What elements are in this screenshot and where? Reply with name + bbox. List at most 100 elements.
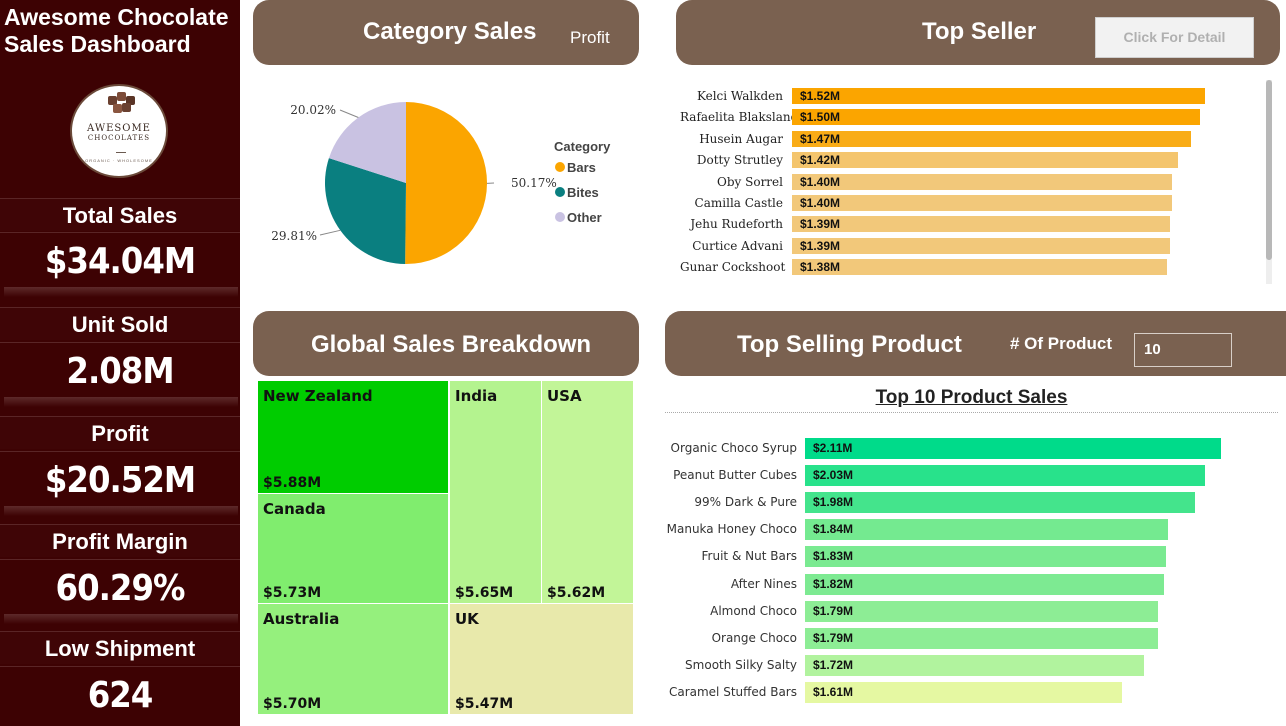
seller-bar[interactable] xyxy=(792,88,1205,104)
seller-bar[interactable] xyxy=(792,152,1178,169)
seller-name: Curtice Advani xyxy=(692,238,783,253)
product-bar[interactable] xyxy=(805,546,1166,568)
kpi-profit-margin-label: Profit Margin xyxy=(0,524,240,557)
category-sales-title: Category Sales xyxy=(363,18,537,45)
kpi-divider xyxy=(4,614,238,624)
kpi-profit-label: Profit xyxy=(0,416,240,449)
category-pie-chart: 50.17% 29.81% 20.02% Category Bars Bites Oth… xyxy=(271,102,611,264)
seller-scroll-thumb[interactable] xyxy=(1266,80,1272,260)
product-value-label: $1.83M xyxy=(813,549,854,564)
treemap-tile-uk[interactable]: UK $5.47M xyxy=(450,604,633,714)
product-bar[interactable] xyxy=(805,654,1145,676)
product-row[interactable]: Organic Choco Syrup $2.11M xyxy=(665,435,1278,462)
kpi-profit-margin-value: 60.29% xyxy=(0,559,240,614)
seller-value-label: $1.42M xyxy=(800,153,841,168)
product-value-label: $1.82M xyxy=(813,576,854,591)
chocolate-pieces-icon xyxy=(108,92,135,113)
product-row[interactable]: Orange Choco $1.79M xyxy=(665,625,1278,652)
profit-toggle[interactable]: Profit xyxy=(570,28,610,48)
seller-name: Oby Sorrel xyxy=(717,174,783,189)
kpi-low-shipment-value: 624 xyxy=(0,666,240,721)
treemap-tile-label: New Zealand xyxy=(263,387,373,405)
seller-scrollbar[interactable] xyxy=(1266,80,1272,284)
top-seller-bar-chart: Kelci Walkden $1.52M Rafaelita Blaksland $1… xyxy=(680,86,1260,282)
click-for-detail-button[interactable]: Click For Detail xyxy=(1095,17,1254,58)
product-bar[interactable] xyxy=(805,492,1196,514)
product-bar[interactable] xyxy=(805,465,1206,487)
product-bar[interactable] xyxy=(805,519,1168,541)
product-name: After Nines xyxy=(730,576,797,591)
seller-bar[interactable] xyxy=(792,237,1170,254)
logo-divider xyxy=(116,152,126,153)
product-bar[interactable] xyxy=(805,627,1158,649)
product-value-label: $1.79M xyxy=(813,630,854,645)
product-value-label: $1.61M xyxy=(813,684,854,699)
seller-bar[interactable] xyxy=(792,216,1170,233)
seller-row[interactable]: Rafaelita Blaksland $1.50M xyxy=(680,107,1260,128)
seller-row[interactable]: Dotty Strutley $1.42M xyxy=(680,150,1260,171)
kpi-total-sales-value: $34.04M xyxy=(0,232,240,287)
seller-value-label: $1.40M xyxy=(800,174,841,189)
seller-bar[interactable] xyxy=(792,195,1173,211)
pie-slice-bars[interactable] xyxy=(405,102,488,264)
seller-name: Dotty Strutley xyxy=(696,153,783,168)
legend-item-bars[interactable]: Bars xyxy=(567,160,596,175)
product-name: Caramel Stuffed Bars xyxy=(668,684,797,699)
product-row[interactable]: Almond Choco $1.79M xyxy=(665,598,1278,625)
seller-name: Jehu Rudeforth xyxy=(690,217,783,232)
legend-item-other[interactable]: Other xyxy=(567,210,602,225)
logo-line2: CHOCOLATES xyxy=(87,134,151,142)
seller-row[interactable]: Gunar Cockshoot $1.38M xyxy=(680,257,1260,278)
product-name: Manuka Honey Choco xyxy=(666,522,797,537)
product-row[interactable]: Caramel Stuffed Bars $1.61M xyxy=(665,679,1278,706)
product-row[interactable]: Smooth Silky Salty $1.72M xyxy=(665,652,1278,679)
treemap-tile-label: USA xyxy=(547,387,582,405)
product-chart-title: Top 10 Product Sales xyxy=(875,387,1068,408)
treemap-tile-canada[interactable]: Canada $5.73M xyxy=(258,494,448,603)
product-value-label: $1.72M xyxy=(813,657,854,672)
kpi-total-sales-label: Total Sales xyxy=(0,198,240,231)
seller-bar[interactable] xyxy=(792,173,1173,190)
seller-name: Rafaelita Blaksland xyxy=(680,110,799,125)
product-name: Fruit & Nut Bars xyxy=(701,549,797,564)
product-row[interactable]: Fruit & Nut Bars $1.83M xyxy=(665,543,1278,570)
seller-bar[interactable] xyxy=(792,109,1200,126)
legend-marker-bites xyxy=(555,187,565,197)
treemap-tile-usa[interactable]: USA $5.62M xyxy=(542,381,633,603)
kpi-low-shipment-label: Low Shipment xyxy=(0,631,240,664)
product-chart-divider xyxy=(665,412,1278,413)
brand-logo: AWESOME CHOCOLATES ORGANIC · WHOLESOME xyxy=(70,84,168,178)
seller-value-label: $1.52M xyxy=(800,89,841,103)
seller-row[interactable]: Oby Sorrel $1.40M xyxy=(680,172,1260,193)
legend-item-bites[interactable]: Bites xyxy=(567,185,599,200)
seller-row[interactable]: Jehu Rudeforth $1.39M xyxy=(680,214,1260,235)
treemap-tile-new-zealand[interactable]: New Zealand $5.88M xyxy=(258,381,448,493)
seller-value-label: $1.47M xyxy=(800,131,841,146)
product-row[interactable]: Peanut Butter Cubes $2.03M xyxy=(665,462,1278,489)
product-bar[interactable] xyxy=(805,600,1158,622)
seller-bar[interactable] xyxy=(792,259,1167,276)
treemap-tile-australia[interactable]: Australia $5.70M xyxy=(258,604,448,714)
product-row[interactable]: Manuka Honey Choco $1.84M xyxy=(665,516,1278,543)
product-row[interactable]: After Nines $1.82M xyxy=(665,571,1278,598)
kpi-profit-value: $20.52M xyxy=(0,451,240,506)
product-name: Orange Choco xyxy=(711,630,797,645)
logo-line1: AWESOME xyxy=(87,123,151,134)
product-count-input[interactable]: 10 xyxy=(1134,333,1232,367)
seller-name: Husein Augar xyxy=(699,131,783,146)
seller-row[interactable]: Curtice Advani $1.39M xyxy=(680,236,1260,257)
treemap-tile-india[interactable]: India $5.65M xyxy=(450,381,541,603)
product-bar[interactable] xyxy=(805,573,1164,595)
seller-row[interactable]: Camilla Castle $1.40M xyxy=(680,193,1260,214)
product-row[interactable]: 99% Dark & Pure $1.98M xyxy=(665,489,1278,516)
top-seller-title: Top Seller xyxy=(922,18,1037,45)
product-name: Almond Choco xyxy=(710,603,797,618)
seller-row[interactable]: Kelci Walkden $1.52M xyxy=(680,86,1260,107)
seller-name: Kelci Walkden xyxy=(696,89,783,103)
seller-bar[interactable] xyxy=(792,130,1192,147)
treemap-tile-value: $5.70M xyxy=(263,696,322,712)
product-bar[interactable] xyxy=(805,438,1221,459)
treemap-tile-value: $5.47M xyxy=(455,696,514,712)
top-product-title: Top Selling Product xyxy=(737,331,962,358)
seller-row[interactable]: Husein Augar $1.47M xyxy=(680,129,1260,150)
